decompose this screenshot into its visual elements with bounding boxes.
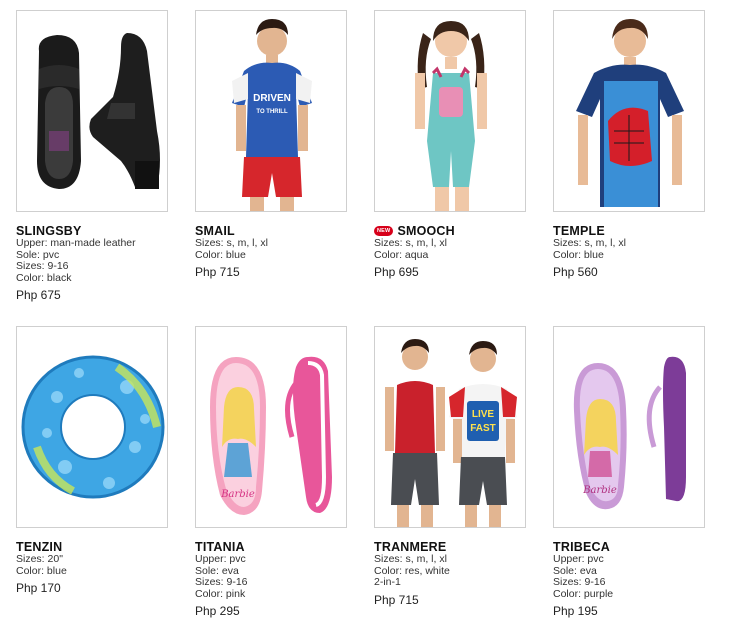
product-spec: Color: blue xyxy=(195,248,246,261)
barbie-logo: Barbie xyxy=(582,485,617,496)
product-name-text[interactable]: SMAIL xyxy=(195,224,235,238)
product-spec: Upper: pvc xyxy=(553,553,604,565)
girl-aqua-romper-image xyxy=(415,21,487,211)
product-name-text[interactable]: SMOOCH xyxy=(397,224,454,238)
product-spec: Color: pink xyxy=(195,587,246,600)
product-name[interactable]: SLINGSBY xyxy=(16,224,168,238)
purple-barbie-flipflops-image: Barbie xyxy=(573,356,686,510)
product-name[interactable]: SMAIL xyxy=(195,224,347,238)
product-image-smail[interactable]: DRIVEN TO THRILL xyxy=(195,10,347,212)
product-spec: Color: aqua xyxy=(374,248,429,261)
product-price: Php 715 xyxy=(374,592,419,607)
product-name-text[interactable]: SLINGSBY xyxy=(16,224,82,238)
product-spec: Sizes: 20" xyxy=(16,553,63,565)
product-name-text[interactable]: TENZIN xyxy=(16,540,62,554)
black-shoes-image xyxy=(37,33,160,189)
product-card-slingsby[interactable]: SLINGSBY Upper: man-made leather Sole: p… xyxy=(16,10,168,302)
product-card-smooch[interactable]: NEW SMOOCH Sizes: s, m, l, xl Color: aqu… xyxy=(374,10,526,279)
product-card-temple[interactable]: TEMPLE Sizes: s, m, l, xl Color: blue Ph… xyxy=(553,10,705,279)
product-spec: Sizes: s, m, l, xl xyxy=(374,237,447,249)
product-image-smooch[interactable] xyxy=(374,10,526,212)
product-spec: Color: black xyxy=(16,271,72,284)
product-name[interactable]: TRANMERE xyxy=(374,540,526,554)
product-name-text[interactable]: TRANMERE xyxy=(374,540,446,554)
product-spec: Color: purple xyxy=(553,587,614,600)
product-card-smail[interactable]: DRIVEN TO THRILL SMAIL Sizes: s, m, l, x… xyxy=(195,10,347,279)
product-name-text[interactable]: TEMPLE xyxy=(553,224,605,238)
boy-spiderman-shirt-image xyxy=(576,19,684,207)
product-spec: Sizes: s, m, l, xl xyxy=(553,237,626,249)
new-badge: NEW xyxy=(374,226,394,236)
product-name-text[interactable]: TRIBECA xyxy=(553,540,610,554)
blue-swim-ring-image xyxy=(21,355,165,499)
product-price: Php 675 xyxy=(16,288,61,302)
product-name[interactable]: NEW SMOOCH xyxy=(374,224,526,238)
two-boys-image: LIVE FAST xyxy=(385,339,517,527)
product-image-titania[interactable]: Barbie xyxy=(195,326,347,528)
product-card-tribeca[interactable]: Barbie TRIBECA Upper: pvc Sole: eva Size… xyxy=(553,326,705,618)
product-card-tranmere[interactable]: LIVE FAST TRANMERE Sizes: s, m, l, xl Co… xyxy=(374,326,526,607)
product-spec: Sizes: 9-16 xyxy=(553,576,606,588)
product-spec: 2-in-1 xyxy=(374,576,401,588)
product-spec: Color: blue xyxy=(553,248,604,261)
product-name[interactable]: TEMPLE xyxy=(553,224,705,238)
product-price: Php 170 xyxy=(16,581,61,595)
product-image-tribeca[interactable]: Barbie xyxy=(553,326,705,528)
product-spec: Sizes: s, m, l, xl xyxy=(195,237,268,249)
product-price: Php 295 xyxy=(195,604,240,618)
product-name[interactable]: TITANIA xyxy=(195,540,347,554)
product-name[interactable]: TENZIN xyxy=(16,540,168,554)
product-price: Php 560 xyxy=(553,265,598,279)
product-image-slingsby[interactable] xyxy=(16,10,168,212)
product-price: Php 695 xyxy=(374,265,419,279)
shirt-print-line-2: FAST xyxy=(470,423,496,434)
product-image-tenzin[interactable] xyxy=(16,326,168,528)
barbie-logo: Barbie xyxy=(220,489,255,500)
product-name[interactable]: TRIBECA xyxy=(553,540,705,554)
product-card-tenzin[interactable]: TENZIN Sizes: 20" Color: blue Php 170 xyxy=(16,326,168,595)
product-spec: Upper: pvc xyxy=(195,553,246,565)
product-price: Php 195 xyxy=(553,604,598,618)
pink-barbie-flipflops-image: Barbie xyxy=(210,356,332,515)
shirt-print-line-1: LIVE xyxy=(472,409,495,420)
product-spec: Upper: man-made leather xyxy=(16,237,136,249)
product-spec: Color: blue xyxy=(16,564,67,577)
shirt-print-line-2: TO THRILL xyxy=(256,109,288,115)
product-image-tranmere[interactable]: LIVE FAST xyxy=(374,326,526,528)
boy-blue-shirt-image: DRIVEN TO THRILL xyxy=(232,19,312,211)
product-card-titania[interactable]: Barbie TITANIA Upper: pvc Sole: eva Size… xyxy=(195,326,347,618)
product-spec: Sizes: s, m, l, xl xyxy=(374,553,447,565)
product-name-text[interactable]: TITANIA xyxy=(195,540,245,554)
product-spec: Sizes: 9-16 xyxy=(16,260,69,272)
product-spec: Sizes: 9-16 xyxy=(195,576,248,588)
shirt-print-line-1: DRIVEN xyxy=(253,93,291,104)
product-image-temple[interactable] xyxy=(553,10,705,212)
product-price: Php 715 xyxy=(195,265,240,279)
